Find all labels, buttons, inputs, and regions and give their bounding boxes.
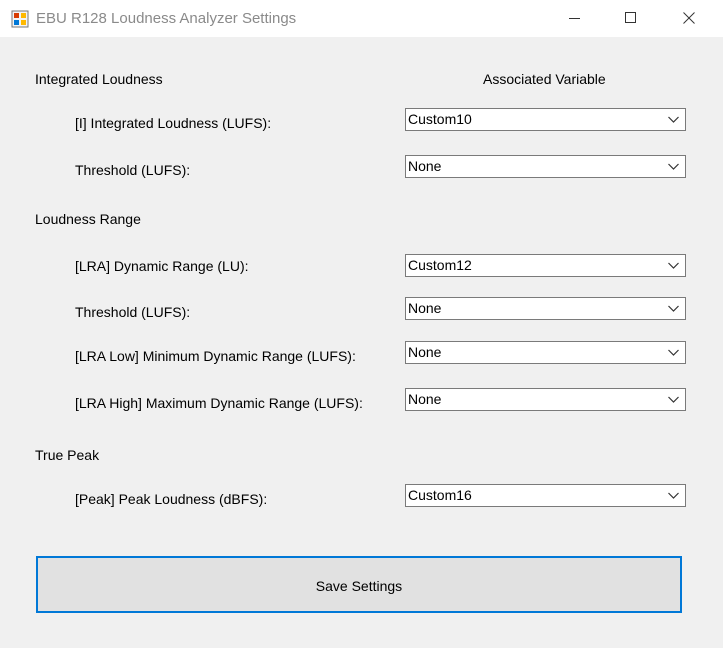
lra-high-select[interactable]: None (405, 388, 686, 411)
select-value: None (408, 158, 442, 174)
lra-low-label: [LRA Low] Minimum Dynamic Range (LUFS): (75, 348, 356, 364)
select-value: None (408, 344, 442, 360)
save-settings-button[interactable]: Save Settings (36, 556, 682, 613)
title-bar: EBU R128 Loudness Analyzer Settings (0, 0, 723, 37)
lra-high-label: [LRA High] Maximum Dynamic Range (LUFS): (75, 395, 363, 411)
integrated-loudness-select[interactable]: Custom10 (405, 108, 686, 131)
lra-dynamic-range-select[interactable]: Custom12 (405, 254, 686, 277)
chevron-down-icon (668, 349, 679, 356)
minimize-button[interactable] (553, 0, 599, 37)
chevron-down-icon (668, 262, 679, 269)
lra-threshold-select[interactable]: None (405, 297, 686, 320)
maximize-icon (625, 12, 636, 23)
associated-variable-header: Associated Variable (483, 71, 606, 87)
select-value: Custom10 (408, 111, 472, 127)
select-value: Custom12 (408, 257, 472, 273)
lra-threshold-label: Threshold (LUFS): (75, 304, 191, 320)
section-title-true-peak: True Peak (35, 447, 100, 463)
chevron-down-icon (668, 492, 679, 499)
integrated-threshold-label: Threshold (LUFS): (75, 162, 191, 178)
peak-loudness-label: [Peak] Peak Loudness (dBFS): (75, 491, 268, 507)
integrated-threshold-select[interactable]: None (405, 155, 686, 178)
chevron-down-icon (668, 116, 679, 123)
integrated-loudness-label: [I] Integrated Loudness (LUFS): (75, 115, 272, 131)
select-value: None (408, 300, 442, 316)
section-title-integrated-loudness: Integrated Loudness (35, 71, 163, 87)
minimize-icon (569, 18, 580, 19)
chevron-down-icon (668, 396, 679, 403)
lra-low-select[interactable]: None (405, 341, 686, 364)
maximize-button[interactable] (609, 0, 655, 37)
close-icon (683, 12, 695, 24)
lra-dynamic-range-label: [LRA] Dynamic Range (LU): (75, 258, 249, 274)
window-title: EBU R128 Loudness Analyzer Settings (36, 10, 297, 27)
close-button[interactable] (667, 0, 713, 37)
select-value: None (408, 391, 442, 407)
chevron-down-icon (668, 305, 679, 312)
app-icon (11, 10, 29, 28)
section-title-loudness-range: Loudness Range (35, 211, 141, 227)
peak-loudness-select[interactable]: Custom16 (405, 484, 686, 507)
select-value: Custom16 (408, 487, 472, 503)
save-settings-label: Save Settings (315, 578, 403, 594)
chevron-down-icon (668, 163, 679, 170)
